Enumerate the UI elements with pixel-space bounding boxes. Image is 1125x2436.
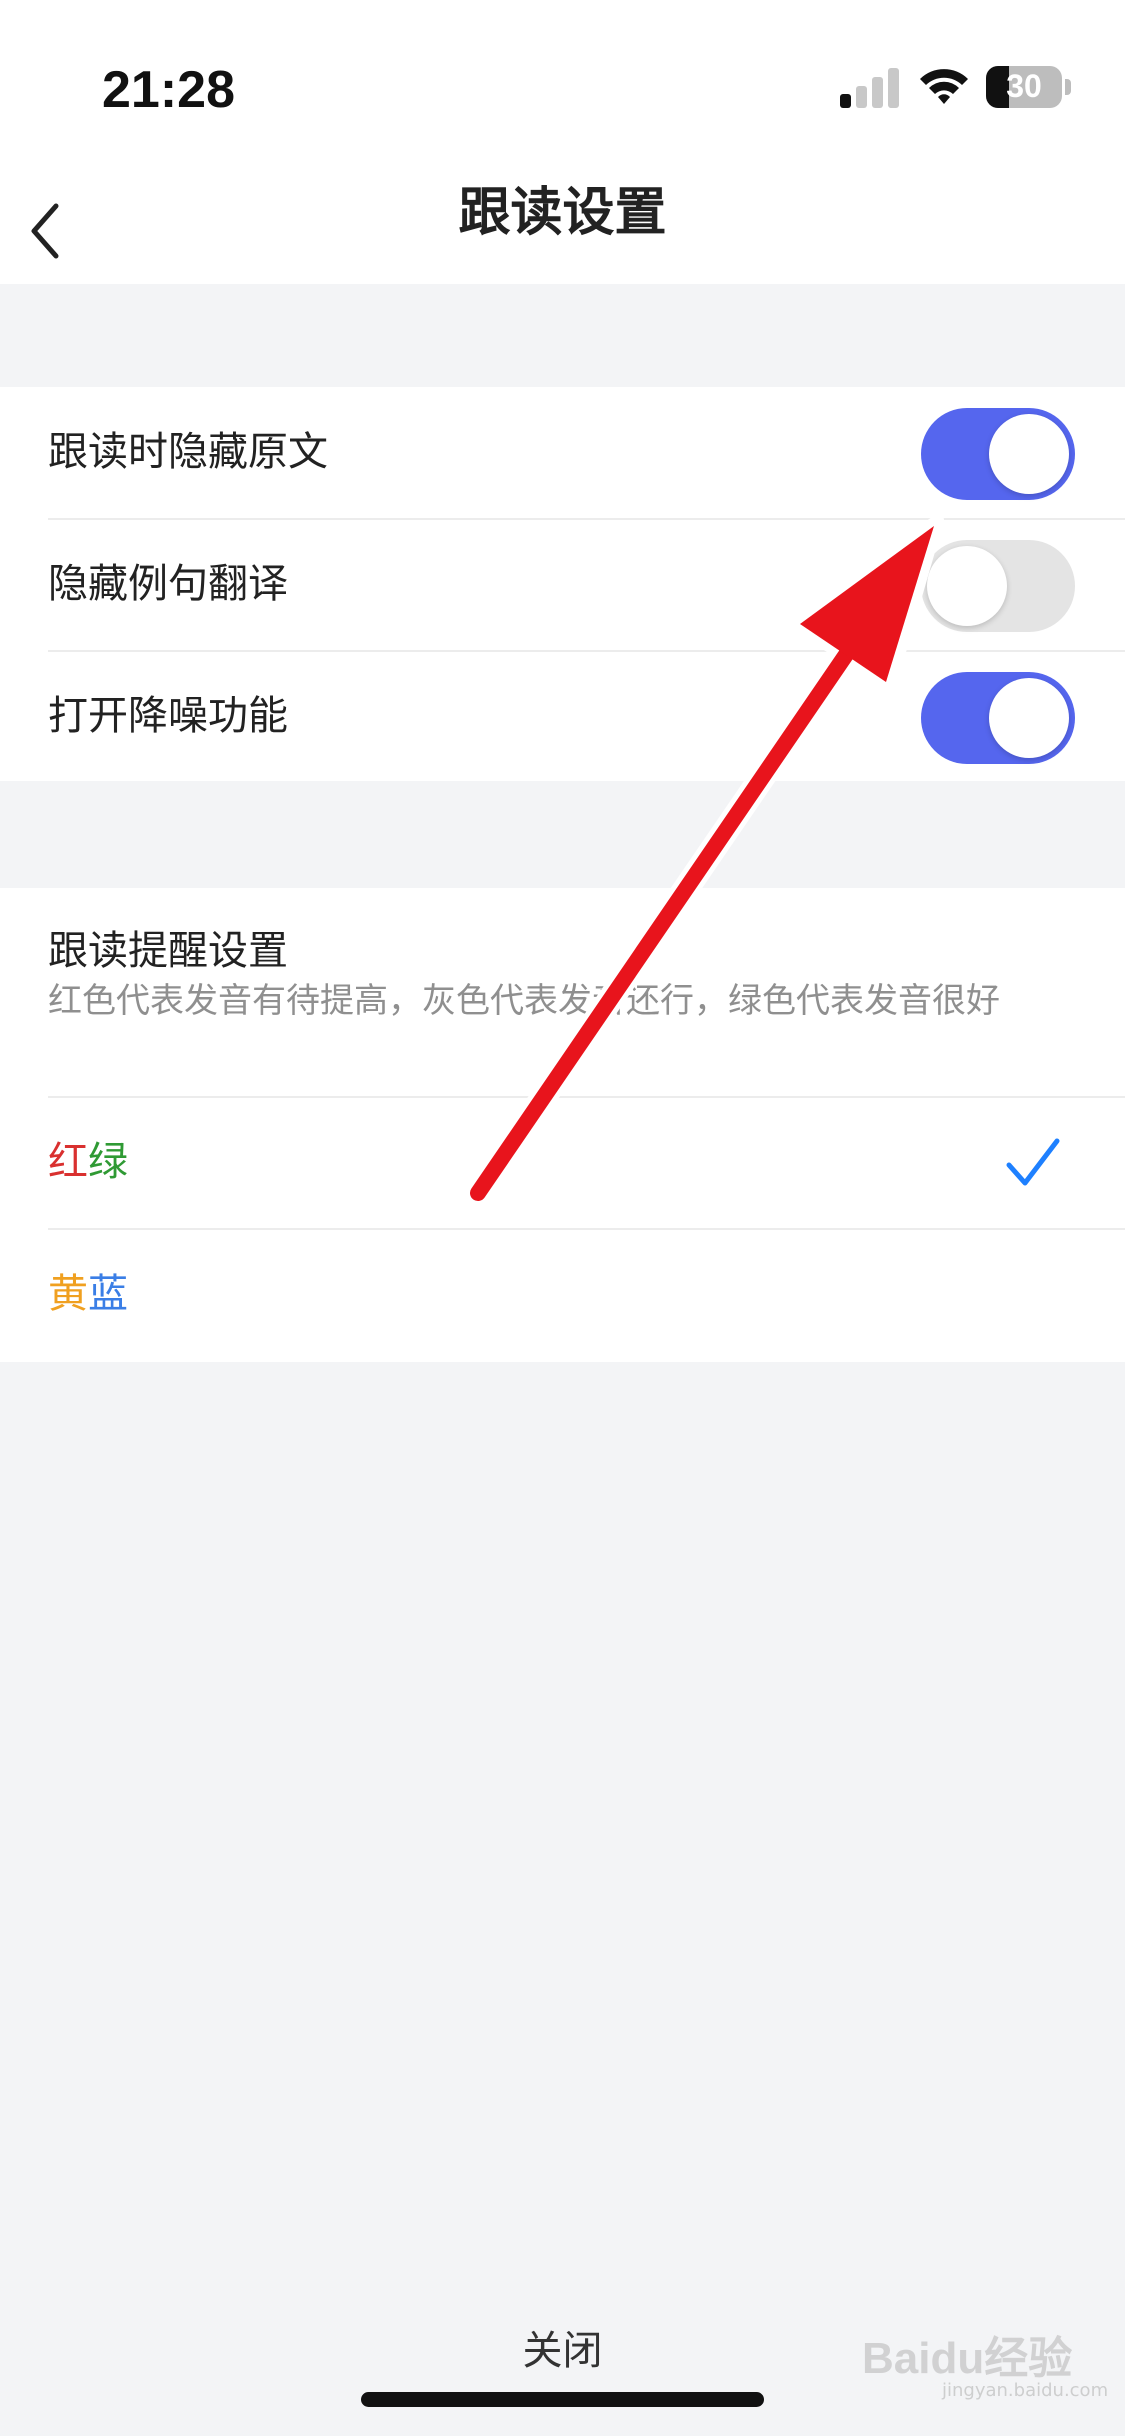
nav-bar: 跟读设置 [0,180,1125,284]
setting-label: 隐藏例句翻译 [48,561,288,607]
setting-label: 跟读时隐藏原文 [48,429,328,475]
battery-tip [1065,79,1071,95]
color-option-yellow-blue[interactable]: 黄蓝 [0,1229,1125,1360]
battery-level: 30 [1006,68,1042,104]
hide-original-toggle[interactable] [921,408,1075,500]
option-color-blue: 蓝 [88,1271,128,1317]
option-color-yellow: 黄 [48,1271,88,1317]
cellular-signal-icon [840,66,900,108]
home-indicator[interactable] [361,2392,764,2407]
color-option-red-green[interactable]: 红绿 [0,1097,1125,1228]
option-label: 红绿 [48,1097,128,1228]
reminder-title: 跟读提醒设置 [48,928,288,974]
setting-row-hide-original: 跟读时隐藏原文 [0,387,1125,518]
option-color-red: 红 [48,1139,88,1185]
page-title: 跟读设置 [458,183,667,243]
status-bar: 21:28 30 [0,0,1125,180]
hide-translation-toggle[interactable] [921,540,1075,632]
setting-label: 打开降噪功能 [48,693,288,739]
option-color-green: 绿 [88,1139,128,1185]
baidu-watermark: Baidu经验 [862,2334,1073,2383]
checkmark-icon [1006,1138,1060,1186]
status-time: 21:28 [102,61,235,119]
watermark-url: jingyan.baidu.com [942,2380,1109,2401]
option-label: 黄蓝 [48,1229,128,1360]
wifi-icon [918,66,970,106]
battery-icon: 30 [986,66,1062,108]
noise-reduction-toggle[interactable] [921,672,1075,764]
reminder-description: 红色代表发音有待提高，灰色代表发音还行，绿色代表发音很好 [48,981,1000,1021]
setting-row-noise-reduction: 打开降噪功能 [0,651,1125,782]
setting-row-hide-translation: 隐藏例句翻译 [0,519,1125,650]
reminder-section: 跟读提醒设置 红色代表发音有待提高，灰色代表发音还行，绿色代表发音很好 红绿 黄… [0,888,1125,1362]
toggle-section: 跟读时隐藏原文 隐藏例句翻译 打开降噪功能 [0,387,1125,781]
